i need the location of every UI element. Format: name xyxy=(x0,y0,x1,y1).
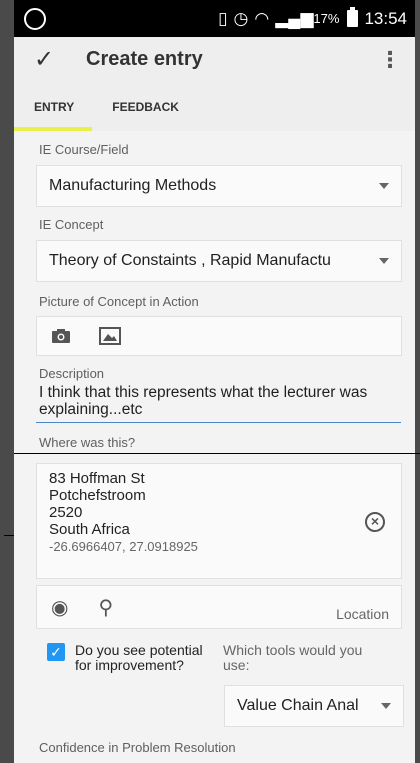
improvement-row: ✓ Do you see potential for improvement? … xyxy=(14,643,415,673)
course-label: IE Course/Field xyxy=(39,142,129,157)
battery-icon xyxy=(347,7,359,27)
more-vert-icon[interactable]: ⋮ xyxy=(379,47,401,73)
improvement-checkbox-group[interactable]: ✓ Do you see potential for improvement? xyxy=(47,643,223,673)
improvement-checkbox[interactable]: ✓ xyxy=(47,643,65,661)
status-bar: ▯ ◷ ◠ ▂▄▆ 17% 13:54 xyxy=(14,0,415,37)
app-bar: ✓ Create entry ⋮ xyxy=(14,37,415,82)
concept-label: IE Concept xyxy=(39,217,104,232)
signal-icon: ▂▄▆ xyxy=(275,8,314,28)
tools-value: Value Chain Anal xyxy=(237,697,359,714)
camera-icon[interactable] xyxy=(51,328,71,344)
improvement-label: Do you see potential for improvement? xyxy=(75,643,223,673)
wifi-icon: ◠ xyxy=(254,8,270,28)
gps-target-icon[interactable]: ◉ xyxy=(51,595,68,620)
alarm-icon: ◷ xyxy=(233,8,249,28)
check-icon[interactable]: ✓ xyxy=(34,45,62,74)
location-label: Location xyxy=(336,606,389,622)
picture-label: Picture of Concept in Action xyxy=(39,294,199,309)
improvement-label-line: Do you see potential xyxy=(75,642,203,658)
description-input[interactable]: I think that this represents what the le… xyxy=(14,384,399,418)
app-screen: ▯ ◷ ◠ ▂▄▆ 17% 13:54 ✓ Create entry ⋮ ENT… xyxy=(14,0,415,763)
device-frame-right xyxy=(415,0,420,763)
dropdown-arrow-icon xyxy=(379,258,389,264)
address-line: 2520 xyxy=(49,504,83,521)
course-select[interactable]: Manufacturing Methods xyxy=(36,165,402,207)
address-line: South Africa xyxy=(49,521,130,538)
confidence-label: Confidence in Problem Resolution xyxy=(39,740,236,755)
where-label: Where was this? xyxy=(39,435,136,450)
map-pin-icon[interactable]: ⚲ xyxy=(98,595,113,620)
section-divider xyxy=(14,453,420,454)
clear-location-icon[interactable]: × xyxy=(365,512,385,532)
page-title: Create entry xyxy=(86,48,203,70)
improvement-label-line: for improvement? xyxy=(75,657,184,673)
tab-feedback[interactable]: FEEDBACK xyxy=(92,82,197,131)
whatsapp-notification-icon xyxy=(24,7,46,30)
tools-label-line: Which tools would you xyxy=(223,642,363,658)
concept-value: Theory of Constaints , Rapid Manufactu xyxy=(49,252,331,269)
clock: 13:54 xyxy=(364,8,407,28)
coordinates: -26.6966407, 27.0918925 xyxy=(49,539,198,554)
tools-label-line: use: xyxy=(223,657,250,673)
course-value: Manufacturing Methods xyxy=(49,177,217,194)
location-actions: ◉ ⚲ Location xyxy=(36,585,402,629)
location-section: 83 Hoffman St Potchefstroom 2520 South A… xyxy=(14,463,415,763)
address-card: 83 Hoffman St Potchefstroom 2520 South A… xyxy=(36,463,402,579)
tab-bar: ENTRY FEEDBACK xyxy=(14,82,415,131)
device-frame-left xyxy=(0,0,14,763)
tools-select[interactable]: Value Chain Anal xyxy=(224,685,404,727)
gallery-icon[interactable] xyxy=(99,327,121,345)
frame-tick xyxy=(4,535,14,536)
description-underline xyxy=(36,422,401,423)
battery-percent: 17% xyxy=(313,11,340,26)
address-line: 83 Hoffman St xyxy=(49,470,145,487)
vibrate-icon: ▯ xyxy=(218,8,228,28)
concept-select[interactable]: Theory of Constaints , Rapid Manufactu xyxy=(36,240,402,282)
dropdown-arrow-icon xyxy=(379,183,389,189)
tab-entry[interactable]: ENTRY xyxy=(14,82,93,131)
address-line: Potchefstroom xyxy=(49,487,146,504)
picture-actions xyxy=(36,316,402,356)
description-label: Description xyxy=(39,366,105,381)
entry-form: IE Course/Field Manufacturing Methods IE… xyxy=(14,142,415,450)
tools-label: Which tools would you use: xyxy=(223,643,362,673)
dropdown-arrow-icon xyxy=(381,703,391,709)
